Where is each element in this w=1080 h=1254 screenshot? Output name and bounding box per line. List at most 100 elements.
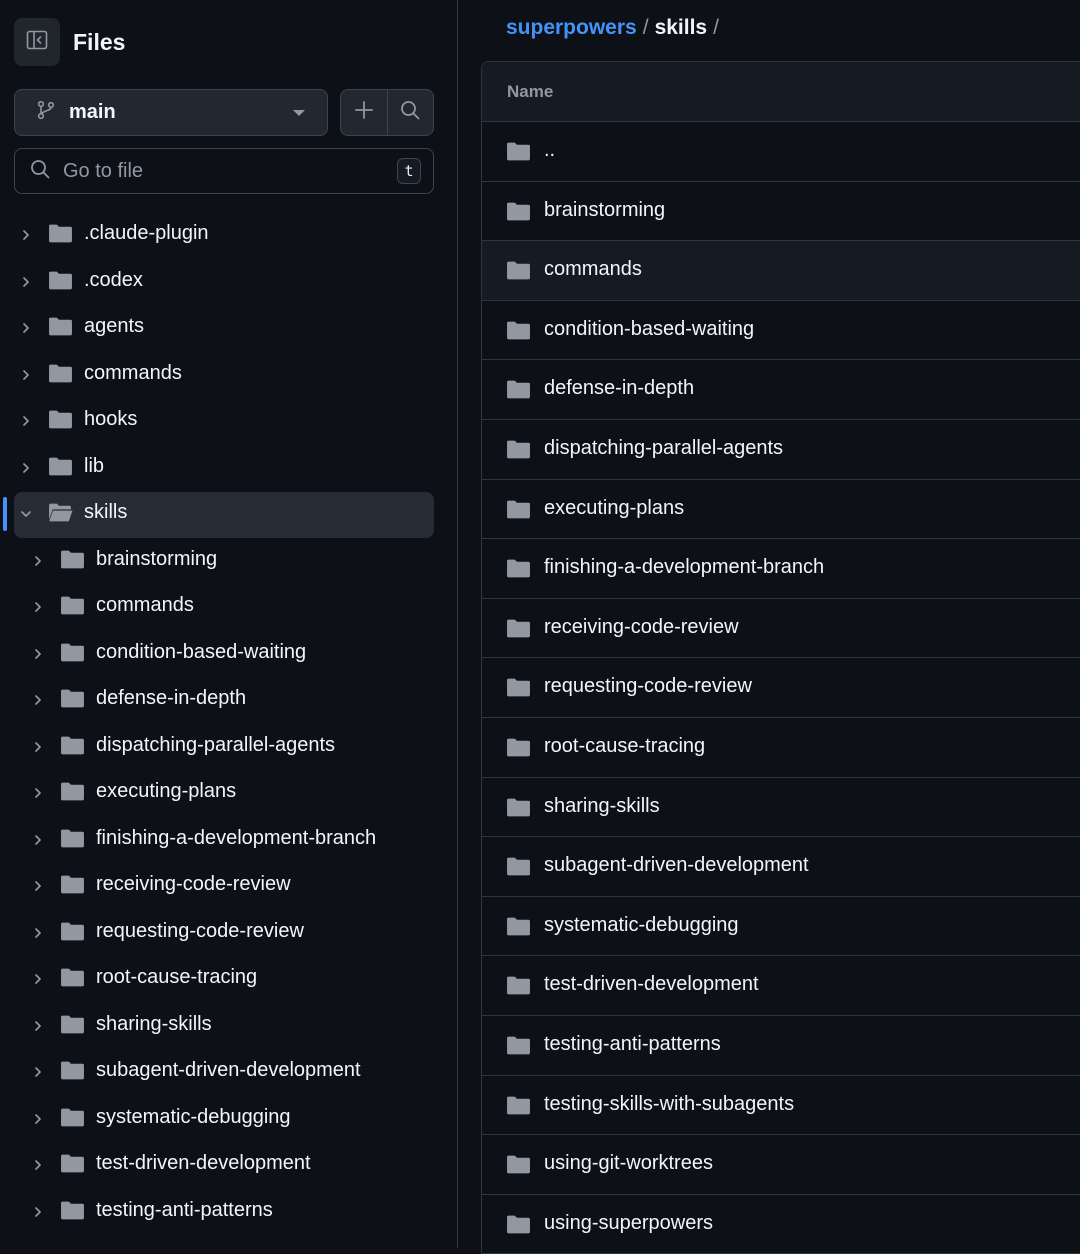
chevron-right-icon[interactable]	[30, 971, 46, 992]
sidebar-title: Files	[73, 28, 126, 55]
add-file-button[interactable]	[341, 90, 387, 135]
file-name-link[interactable]: condition-based-waiting	[544, 318, 754, 341]
file-name-link[interactable]: executing-plans	[544, 497, 684, 520]
folder-icon	[60, 1107, 85, 1133]
tree-item[interactable]: .codex	[0, 259, 458, 306]
tree-item[interactable]: testing-anti-patterns	[0, 1189, 458, 1236]
chevron-right-icon[interactable]	[18, 460, 34, 481]
table-row[interactable]: testing-skills-with-subagents	[482, 1076, 1080, 1136]
tree-item[interactable]: sharing-skills	[0, 1003, 458, 1050]
table-row[interactable]: subagent-driven-development	[482, 837, 1080, 897]
chevron-right-icon[interactable]	[18, 227, 34, 248]
file-name-link[interactable]: systematic-debugging	[544, 914, 739, 937]
file-name-link[interactable]: finishing-a-development-branch	[544, 556, 824, 579]
branch-selector-button[interactable]: main	[14, 89, 328, 136]
chevron-right-icon[interactable]	[30, 1111, 46, 1132]
table-row[interactable]: brainstorming	[482, 182, 1080, 242]
tree-item-label: .codex	[84, 268, 143, 291]
table-row[interactable]: commands	[482, 241, 1080, 301]
go-to-file-input[interactable]: Go to file t	[14, 148, 434, 194]
chevron-down-icon[interactable]	[18, 506, 34, 527]
table-row[interactable]: root-cause-tracing	[482, 718, 1080, 778]
table-row[interactable]: condition-based-waiting	[482, 301, 1080, 361]
tree-item[interactable]: hooks	[0, 398, 458, 445]
tree-item[interactable]: finishing-a-development-branch	[0, 817, 458, 864]
chevron-right-icon[interactable]	[30, 1204, 46, 1225]
tree-item[interactable]: commands	[0, 352, 458, 399]
chevron-right-icon[interactable]	[30, 1064, 46, 1085]
file-name-link[interactable]: defense-in-depth	[544, 377, 694, 400]
table-row[interactable]: receiving-code-review	[482, 599, 1080, 659]
tree-item[interactable]: agents	[0, 305, 458, 352]
tree-item[interactable]: lib	[0, 445, 458, 492]
tree-item[interactable]: test-driven-development	[0, 1142, 458, 1189]
table-row[interactable]: testing-anti-patterns	[482, 1016, 1080, 1076]
table-row[interactable]: executing-plans	[482, 480, 1080, 540]
file-name-link[interactable]: dispatching-parallel-agents	[544, 437, 783, 460]
table-row[interactable]: sharing-skills	[482, 778, 1080, 838]
folder-icon	[60, 1060, 85, 1086]
tree-item[interactable]: commands	[0, 584, 458, 631]
table-row[interactable]: using-superpowers	[482, 1195, 1080, 1254]
tree-item[interactable]: receiving-code-review	[0, 863, 458, 910]
chevron-right-icon[interactable]	[18, 367, 34, 388]
chevron-right-icon[interactable]	[30, 832, 46, 853]
chevron-right-icon[interactable]	[30, 878, 46, 899]
chevron-right-icon[interactable]	[18, 413, 34, 434]
table-row[interactable]: using-git-worktrees	[482, 1135, 1080, 1195]
file-name-link[interactable]: requesting-code-review	[544, 675, 752, 698]
tree-item[interactable]: systematic-debugging	[0, 1096, 458, 1143]
tree-item[interactable]: .claude-plugin	[0, 212, 458, 259]
file-name-link[interactable]: using-git-worktrees	[544, 1152, 713, 1175]
chevron-right-icon[interactable]	[30, 553, 46, 574]
file-name-link[interactable]: receiving-code-review	[544, 616, 739, 639]
tree-item-label: root-cause-tracing	[96, 966, 258, 988]
chevron-right-icon[interactable]	[30, 1157, 46, 1178]
file-name-link[interactable]: testing-skills-with-subagents	[544, 1093, 794, 1116]
table-row[interactable]: ..	[482, 122, 1080, 182]
tree-item[interactable]: brainstorming	[0, 538, 458, 585]
tree-item-label: .claude-plugin	[84, 222, 209, 244]
table-row[interactable]: test-driven-development	[482, 956, 1080, 1016]
tree-item[interactable]: executing-plans	[0, 770, 458, 817]
chevron-right-icon[interactable]	[30, 692, 46, 713]
chevron-right-icon[interactable]	[30, 646, 46, 667]
chevron-right-icon[interactable]	[30, 785, 46, 806]
tree-item-label: testing-anti-patterns	[96, 1198, 273, 1221]
tree-item-label: condition-based-waiting	[96, 640, 307, 663]
file-name-link[interactable]: ..	[544, 139, 555, 162]
chevron-right-icon[interactable]	[30, 1018, 46, 1039]
folder-icon	[506, 1035, 531, 1061]
tree-item[interactable]: defense-in-depth	[0, 677, 458, 724]
file-name-link[interactable]: sharing-skills	[544, 795, 660, 818]
file-name-link[interactable]: using-superpowers	[544, 1212, 713, 1235]
chevron-right-icon[interactable]	[18, 320, 34, 341]
chevron-right-icon[interactable]	[30, 925, 46, 946]
table-row[interactable]: finishing-a-development-branch	[482, 539, 1080, 599]
file-name-link[interactable]: brainstorming	[544, 199, 665, 222]
collapse-sidebar-button[interactable]	[14, 18, 60, 66]
chevron-right-icon[interactable]	[30, 739, 46, 760]
search-repo-button[interactable]	[386, 90, 434, 135]
chevron-right-icon[interactable]	[30, 599, 46, 620]
table-row[interactable]: systematic-debugging	[482, 897, 1080, 957]
tree-item[interactable]: subagent-driven-development	[0, 1049, 458, 1096]
table-row[interactable]: defense-in-depth	[482, 360, 1080, 420]
table-row[interactable]: requesting-code-review	[482, 658, 1080, 718]
file-table: Name .. brainstorming commands condition-ba…	[481, 61, 1080, 1254]
breadcrumb-repo-link[interactable]: superpowers	[506, 16, 637, 39]
tree-item[interactable]: requesting-code-review	[0, 910, 458, 957]
file-name-link[interactable]: test-driven-development	[544, 973, 759, 996]
chevron-right-icon[interactable]	[18, 274, 34, 295]
table-row[interactable]: dispatching-parallel-agents	[482, 420, 1080, 480]
tree-item[interactable]: condition-based-waiting	[0, 631, 458, 678]
file-name-link[interactable]: commands	[544, 258, 642, 281]
folder-icon	[48, 363, 73, 389]
file-name-link[interactable]: testing-anti-patterns	[544, 1033, 721, 1056]
tree-item[interactable]: skills	[0, 491, 458, 538]
tree-item[interactable]: dispatching-parallel-agents	[0, 724, 458, 771]
tree-item[interactable]: root-cause-tracing	[0, 956, 458, 1003]
file-name-link[interactable]: subagent-driven-development	[544, 854, 809, 877]
file-name-link[interactable]: root-cause-tracing	[544, 735, 705, 758]
chevron-down-icon	[293, 110, 305, 116]
